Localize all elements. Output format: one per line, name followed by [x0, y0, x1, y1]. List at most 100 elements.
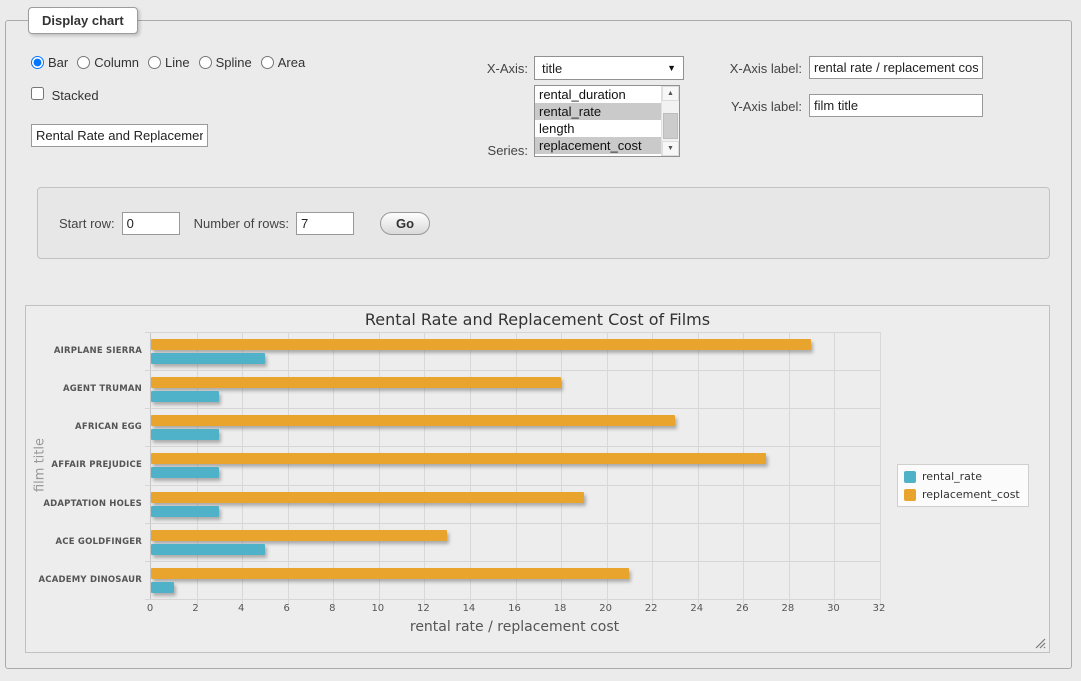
bars-layer [151, 332, 880, 599]
y-axis-label-input[interactable] [809, 94, 983, 117]
x-tick-label: 30 [827, 603, 840, 614]
stacked-label: Stacked [52, 88, 99, 103]
x-tick-label: 22 [645, 603, 658, 614]
x-tick-label: 10 [371, 603, 384, 614]
series-listbox[interactable]: rental_durationrental_ratelengthreplacem… [534, 85, 680, 157]
x-axis-label-caption: X-Axis label: [646, 61, 802, 76]
radio-spline[interactable] [199, 56, 212, 69]
bar-group [151, 485, 880, 523]
bar-rental_rate[interactable] [151, 582, 174, 593]
radio-column[interactable] [77, 56, 90, 69]
category-axis-labels: AIRPLANE SIERRAAGENT TRUMANAFRICAN EGGAF… [40, 332, 142, 599]
resize-handle-icon[interactable] [1035, 638, 1046, 649]
display-chart-fieldset: Display chart BarColumnLineSplineArea St… [5, 20, 1072, 669]
y-axis-label-caption: Y-Axis label: [646, 99, 802, 114]
x-tick-label: 14 [463, 603, 476, 614]
bar-replacement_cost[interactable] [151, 415, 675, 426]
bar-replacement_cost[interactable] [151, 492, 584, 503]
bar-rental_rate[interactable] [151, 506, 219, 517]
x-tick-label: 32 [873, 603, 886, 614]
x-tick-label: 24 [690, 603, 703, 614]
radio-label: Spline [216, 55, 252, 70]
chart-type-option-line[interactable]: Line [148, 55, 190, 70]
radio-line[interactable] [148, 56, 161, 69]
start-row-input[interactable] [122, 212, 180, 235]
bar-replacement_cost[interactable] [151, 568, 629, 579]
x-tick-label: 18 [554, 603, 567, 614]
legend-label: replacement_cost [922, 488, 1020, 501]
bar-rental_rate[interactable] [151, 429, 219, 440]
bar-replacement_cost[interactable] [151, 530, 447, 541]
bar-replacement_cost[interactable] [151, 339, 811, 350]
chart-legend: rental_rate replacement_cost [897, 464, 1029, 507]
radio-area[interactable] [261, 56, 274, 69]
bar-group [151, 332, 880, 370]
chart-type-option-area[interactable]: Area [261, 55, 305, 70]
x-tick-label: 2 [192, 603, 198, 614]
bar-rental_rate[interactable] [151, 353, 265, 364]
x-tick-label: 4 [238, 603, 244, 614]
gridline [880, 332, 881, 604]
bar-replacement_cost[interactable] [151, 377, 561, 388]
chart-type-option-column[interactable]: Column [77, 55, 139, 70]
bar-rental_rate[interactable] [151, 467, 219, 478]
x-tick-label: 20 [599, 603, 612, 614]
scrollbar-thumb[interactable] [663, 113, 678, 139]
bar-rental_rate[interactable] [151, 544, 265, 555]
listbox-scrollbar[interactable]: ▲ ▼ [661, 86, 679, 156]
row-range-box: Start row: Number of rows: Go [37, 187, 1050, 259]
stacked-label-wrap[interactable]: Stacked [31, 87, 99, 103]
number-of-rows-input[interactable] [296, 212, 354, 235]
bar-group [151, 408, 880, 446]
category-label: AGENT TRUMAN [40, 370, 142, 408]
chart-type-option-bar[interactable]: Bar [31, 55, 68, 70]
page: Display chart Bar Column Line Spline Area St… [0, 0, 1081, 681]
bar-group [151, 561, 880, 599]
series-option-length[interactable]: length [535, 120, 661, 137]
x-axis-tick-labels: 02468101214161820222426283032 [150, 603, 879, 617]
series-select-label: Series: [426, 143, 528, 158]
bar-replacement_cost[interactable] [151, 453, 766, 464]
legend-swatch [904, 471, 916, 483]
series-option-rental_duration[interactable]: rental_duration [535, 86, 661, 103]
fieldset-legend: Display chart [28, 7, 138, 34]
chart-title-input[interactable] [31, 124, 208, 147]
radio-label: Bar [48, 55, 68, 70]
bar-rental_rate[interactable] [151, 391, 219, 402]
series-option-rental_rate[interactable]: rental_rate [535, 103, 661, 120]
x-axis-label-input[interactable] [809, 56, 983, 79]
x-tick-label: 26 [736, 603, 749, 614]
legend-swatch [904, 489, 916, 501]
category-label: AFFAIR PREJUDICE [40, 446, 142, 484]
chart-type-option-spline[interactable]: Spline [199, 55, 252, 70]
category-label: AFRICAN EGG [40, 408, 142, 446]
category-label: ACE GOLDFINGER [40, 523, 142, 561]
stacked-row: Stacked [31, 87, 99, 103]
x-axis-select-label: X-Axis: [426, 61, 528, 76]
start-row-label: Start row: [59, 216, 115, 231]
chart-container: Rental Rate and Replacement Cost of Film… [25, 305, 1050, 653]
legend-item-rental_rate[interactable]: rental_rate [904, 470, 1020, 483]
gridline [145, 599, 880, 600]
legend-item-replacement_cost[interactable]: replacement_cost [904, 488, 1020, 501]
plot-area [150, 332, 880, 600]
x-tick-label: 6 [284, 603, 290, 614]
radio-label: Line [165, 55, 190, 70]
series-option-replacement_cost[interactable]: replacement_cost [535, 137, 661, 154]
stacked-checkbox[interactable] [31, 87, 44, 100]
bar-group [151, 523, 880, 561]
bar-group [151, 446, 880, 484]
scroll-down-icon[interactable]: ▼ [662, 141, 679, 156]
category-label: ADAPTATION HOLES [40, 485, 142, 523]
x-tick-label: 16 [508, 603, 521, 614]
series-options: rental_durationrental_ratelengthreplacem… [535, 86, 661, 156]
radio-label: Column [94, 55, 139, 70]
chart-type-radio-group: Bar Column Line Spline Area [31, 55, 314, 70]
x-tick-label: 0 [147, 603, 153, 614]
category-label: ACADEMY DINOSAUR [40, 561, 142, 599]
radio-bar[interactable] [31, 56, 44, 69]
x-axis-title: rental rate / replacement cost [150, 619, 879, 635]
go-button[interactable]: Go [380, 212, 430, 235]
x-tick-label: 28 [782, 603, 795, 614]
bar-group [151, 370, 880, 408]
